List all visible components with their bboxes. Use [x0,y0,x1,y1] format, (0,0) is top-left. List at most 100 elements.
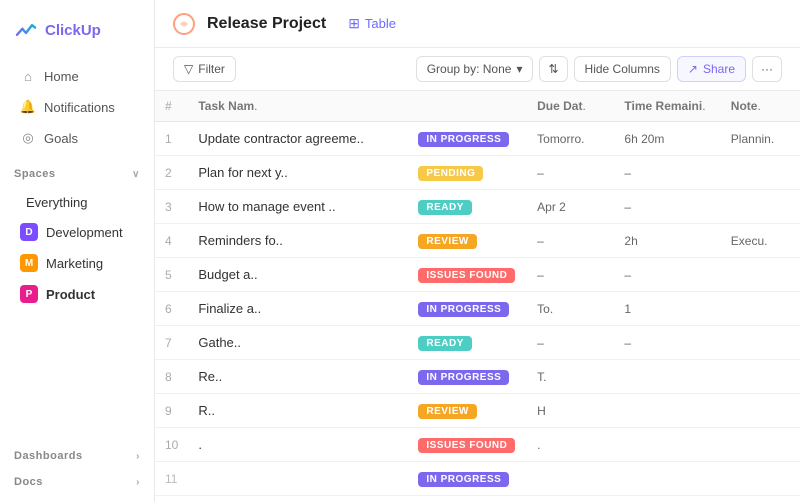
dashboards-label: Dashboards [14,450,83,462]
table-row[interactable]: 8Re..IN PROGRESST. [155,360,800,394]
col-header-time[interactable]: Time Remaini. [614,91,720,122]
filter-button[interactable]: ▽ Filter [173,56,236,82]
table-view-tab[interactable]: ⊞ Table [338,11,406,36]
cell-status[interactable]: IN PROGRESS [408,360,527,394]
more-options-button[interactable]: ··· [752,56,782,82]
sidebar-item-home[interactable]: ⌂ Home [6,61,148,91]
cell-due [527,462,614,496]
cell-task[interactable]: Gathe.. [188,326,408,360]
col-header-task[interactable]: Task Nam. [188,91,408,122]
target-icon: ◎ [20,130,36,146]
table-view-label: Table [365,16,396,31]
dashboards-section-header[interactable]: Dashboards › [0,440,154,466]
cell-due: Apr 2 [527,190,614,224]
cell-num: 2 [155,156,188,190]
status-badge: IN PROGRESS [418,370,509,385]
table-row[interactable]: 7Gathe..READY–– [155,326,800,360]
cell-num: 9 [155,394,188,428]
group-by-button[interactable]: Group by: None ▾ [416,56,534,82]
spaces-section-header: Spaces ∨ [0,158,154,184]
sidebar-item-goals[interactable]: ◎ Goals [6,123,148,153]
hide-columns-button[interactable]: Hide Columns [574,56,671,82]
cell-status[interactable]: IN PROGRESS [408,122,527,156]
cell-due: – [527,258,614,292]
development-dot: D [20,223,38,241]
share-button[interactable]: ↗ Share [677,56,746,82]
development-label: Development [46,225,123,240]
cell-notes [721,258,800,292]
cell-task[interactable]: Update contractor agreeme.. [188,122,408,156]
task-table-container: # Task Nam. Due Dat. Time Remaini. Note.… [155,91,800,502]
cell-task[interactable]: Budget a.. [188,258,408,292]
cell-notes [721,462,800,496]
cell-num: 6 [155,292,188,326]
docs-section-header[interactable]: Docs › [0,466,154,492]
col-header-due[interactable]: Due Dat. [527,91,614,122]
spaces-label: Spaces [14,168,56,180]
space-item-everything[interactable]: Everything [6,189,148,216]
space-item-product[interactable]: P Product [6,279,148,309]
table-header-row: # Task Nam. Due Dat. Time Remaini. Note. [155,91,800,122]
spaces-section: Everything D Development M Marketing P P… [0,184,154,314]
cell-due: – [527,224,614,258]
cell-due: T. [527,360,614,394]
cell-status[interactable]: PENDING [408,156,527,190]
table-row[interactable]: 4Reminders fo..REVIEW–2hExecu. [155,224,800,258]
cell-status[interactable]: IN PROGRESS [408,292,527,326]
col-header-notes[interactable]: Note. [721,91,800,122]
cell-status[interactable]: READY [408,326,527,360]
cell-time: – [614,156,720,190]
status-badge: REVIEW [418,234,476,249]
table-row[interactable]: 9R..REVIEWH [155,394,800,428]
cell-due: . [527,428,614,462]
share-icon: ↗ [688,62,698,76]
cell-task[interactable]: Reminders fo.. [188,224,408,258]
cell-task[interactable]: How to manage event .. [188,190,408,224]
status-badge: IN PROGRESS [418,302,509,317]
cell-task[interactable]: Plan for next y.. [188,156,408,190]
cell-time [614,360,720,394]
group-by-label: Group by: None [427,62,512,76]
sidebar-item-notifications[interactable]: 🔔 Notifications [6,92,148,122]
dashboards-chevron-icon: › [136,451,140,462]
table-row[interactable]: 5Budget a..ISSUES FOUND–– [155,258,800,292]
space-item-marketing[interactable]: M Marketing [6,248,148,278]
sort-button[interactable]: ⇅ [539,56,567,82]
cell-status[interactable]: ISSUES FOUND [408,258,527,292]
cell-status[interactable]: READY [408,190,527,224]
space-item-development[interactable]: D Development [6,217,148,247]
cell-task[interactable]: Re.. [188,360,408,394]
app-logo[interactable]: ClickUp [0,10,154,56]
cell-notes [721,394,800,428]
cell-due: – [527,156,614,190]
table-row[interactable]: 2Plan for next y.. PENDING –– [155,156,800,190]
table-row[interactable]: 11IN PROGRESS [155,462,800,496]
status-badge: REVIEW [418,404,476,419]
cell-task[interactable]: R.. [188,394,408,428]
status-badge: PENDING [418,166,483,181]
table-row[interactable]: 10.ISSUES FOUND. [155,428,800,462]
cell-status[interactable]: REVIEW [408,224,527,258]
cell-due: Tomorro. [527,122,614,156]
clickup-logo-icon [14,18,38,42]
cell-time: – [614,258,720,292]
cell-task[interactable]: Finalize a.. [188,292,408,326]
group-by-chevron-icon: ▾ [516,62,522,76]
cell-status[interactable]: REVIEW [408,394,527,428]
share-label: Share [703,62,735,76]
toolbar-right: Group by: None ▾ ⇅ Hide Columns ↗ Share … [416,56,782,82]
cell-status[interactable]: ISSUES FOUND [408,428,527,462]
cell-task[interactable]: . [188,428,408,462]
cell-notes [721,156,800,190]
table-row[interactable]: 6Finalize a..IN PROGRESSTo.1 [155,292,800,326]
table-row[interactable]: 3How to manage event ..READYApr 2– [155,190,800,224]
marketing-dot: M [20,254,38,272]
everything-label: Everything [26,195,87,210]
sort-icon: ⇅ [548,62,558,76]
hide-columns-label: Hide Columns [585,62,660,76]
page-header: Release Project ⊞ Table [155,0,800,48]
cell-task[interactable] [188,462,408,496]
docs-label: Docs [14,476,43,488]
table-row[interactable]: 1Update contractor agreeme..IN PROGRESST… [155,122,800,156]
cell-status[interactable]: IN PROGRESS [408,462,527,496]
